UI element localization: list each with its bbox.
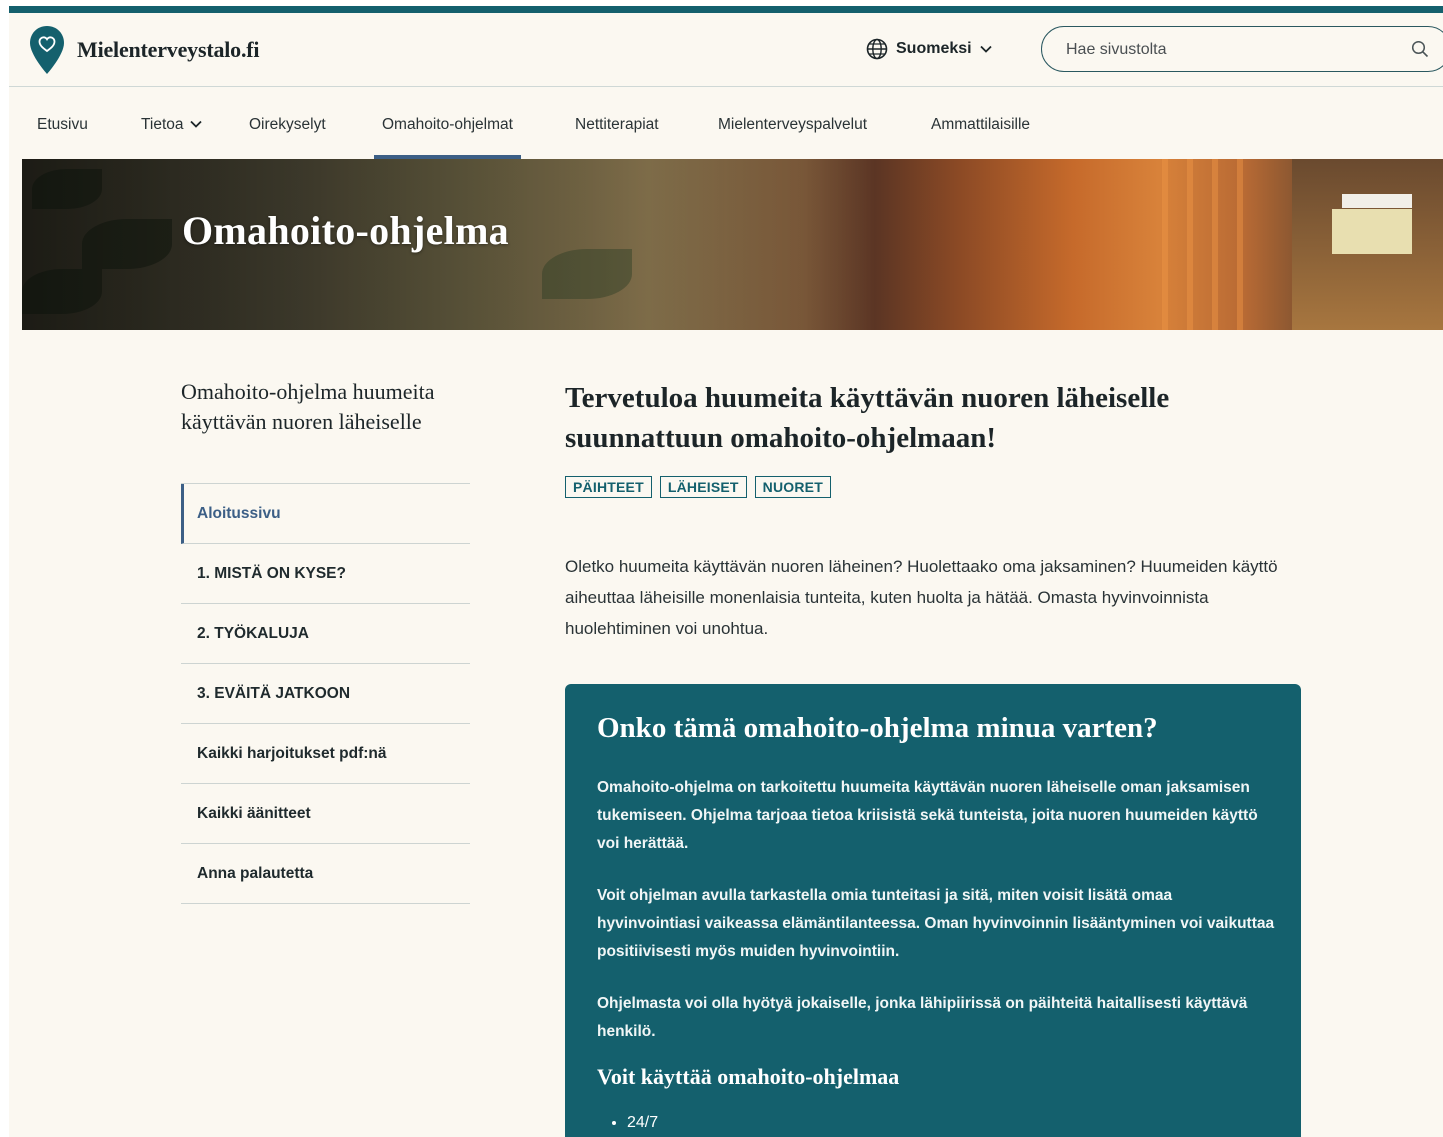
tag-laheiset[interactable]: LÄHEISET — [659, 476, 747, 498]
nav-item-label: Tietoa — [141, 116, 184, 133]
card-subtitle: Voit käyttää omahoito-ohjelmaa — [597, 1064, 900, 1089]
nav-item-mielenterveyspalvelut[interactable]: Mielenterveyspalvelut — [718, 87, 867, 159]
page: Mielenterveystalo.fi Suomeksi Et — [9, 6, 1443, 1137]
sidebar-item-evaita-jatkoon[interactable]: 3. EVÄITÄ JATKOON — [181, 664, 470, 724]
list-item: 24/7 — [627, 1114, 658, 1132]
nav-item-oirekyselyt[interactable]: Oirekyselyt — [249, 87, 326, 159]
site-name: Mielenterveystalo.fi — [77, 37, 260, 62]
nav-item-etusivu[interactable]: Etusivu — [37, 87, 88, 159]
sidebar-item-aanitteet[interactable]: Kaikki äänitteet — [181, 784, 470, 844]
sidebar-item-aloitussivu[interactable]: Aloitussivu — [181, 484, 470, 544]
sidebar-item-label: Kaikki harjoitukset pdf:nä — [197, 744, 387, 762]
nav-item-ammattilaisille[interactable]: Ammattilaisille — [931, 87, 1030, 159]
card-paragraph: Voit ohjelman avulla tarkastella omia tu… — [597, 887, 1275, 960]
language-label: Suomeksi — [896, 40, 972, 57]
nav-item-label: Ammattilaisille — [931, 116, 1031, 133]
tag-nuoret[interactable]: NUORET — [754, 476, 831, 498]
search-input[interactable] — [1064, 37, 1398, 63]
site-logo[interactable]: Mielenterveystalo.fi — [29, 25, 260, 75]
card-paragraph: Omahoito-ohjelma on tarkoitettu huumeita… — [597, 779, 1258, 852]
chevron-down-icon — [189, 120, 202, 128]
nav-item-omahoito-ohjelmat[interactable]: Omahoito-ohjelmat — [374, 87, 521, 159]
hero-banner: Omahoito-ohjelma — [22, 159, 1443, 330]
sidebar-item-label: 2. TYÖKALUJA — [197, 624, 309, 642]
sidebar-item-label: 1. MISTÄ ON KYSE? — [197, 564, 346, 582]
intro-text: Oletko huumeita käyttävän nuoren läheine… — [565, 557, 1278, 638]
nav-item-nettiterapiat[interactable]: Nettiterapiat — [575, 87, 659, 159]
nav-item-tietoa[interactable]: Tietoa — [141, 87, 202, 159]
nav-item-label: Nettiterapiat — [575, 116, 659, 133]
language-selector[interactable]: Suomeksi — [866, 38, 992, 60]
page-title: Tervetuloa huumeita käyttävän nuoren läh… — [565, 382, 1170, 454]
chevron-down-icon — [979, 45, 992, 53]
hero-title: Omahoito-ohjelma — [182, 208, 509, 253]
card-paragraph: Ohjelmasta voi olla hyötyä jokaiselle, j… — [597, 995, 1248, 1040]
sidebar-item-label: Anna palautetta — [197, 864, 314, 882]
heart-pin-icon — [30, 26, 64, 74]
globe-icon — [866, 38, 888, 60]
main-navigation: Etusivu Tietoa Oirekyselyt Omahoito-ohje… — [9, 87, 1443, 159]
card-title: Onko tämä omahoito-ohjelma minua varten? — [597, 712, 1158, 744]
sidebar-item-label: Kaikki äänitteet — [197, 804, 311, 822]
nav-item-label: Etusivu — [37, 116, 88, 133]
sidebar-item-label: 3. EVÄITÄ JATKOON — [197, 684, 351, 702]
nav-item-label: Oirekyselyt — [249, 116, 326, 133]
site-header: Mielenterveystalo.fi Suomeksi — [9, 13, 1443, 87]
card-list: 24/7 — [597, 1114, 658, 1132]
search-icon[interactable] — [1411, 40, 1429, 58]
sidebar-item-mista-on-kyse[interactable]: 1. MISTÄ ON KYSE? — [181, 544, 470, 604]
sidebar-item-tyokaluja[interactable]: 2. TYÖKALUJA — [181, 604, 470, 664]
search-box — [1041, 26, 1443, 72]
info-card: Onko tämä omahoito-ohjelma minua varten?… — [565, 684, 1301, 1137]
sidebar-menu: Aloitussivu 1. MISTÄ ON KYSE? 2. TYÖKALU… — [181, 483, 470, 904]
tag-paihteet[interactable]: PÄIHTEET — [565, 476, 652, 498]
nav-item-label: Omahoito-ohjelmat — [382, 116, 513, 133]
tag-list: PÄIHTEET LÄHEISET NUORET — [565, 476, 831, 498]
nav-item-label: Mielenterveyspalvelut — [718, 116, 868, 133]
sidebar-title: Omahoito-ohjelma huumeita käyttävän nuor… — [181, 379, 435, 434]
top-accent-stripe — [9, 6, 1443, 13]
sidebar-item-harjoitukset-pdf[interactable]: Kaikki harjoitukset pdf:nä — [181, 724, 470, 784]
sidebar-item-label: Aloitussivu — [197, 504, 281, 522]
sidebar-item-anna-palautetta[interactable]: Anna palautetta — [181, 844, 470, 904]
